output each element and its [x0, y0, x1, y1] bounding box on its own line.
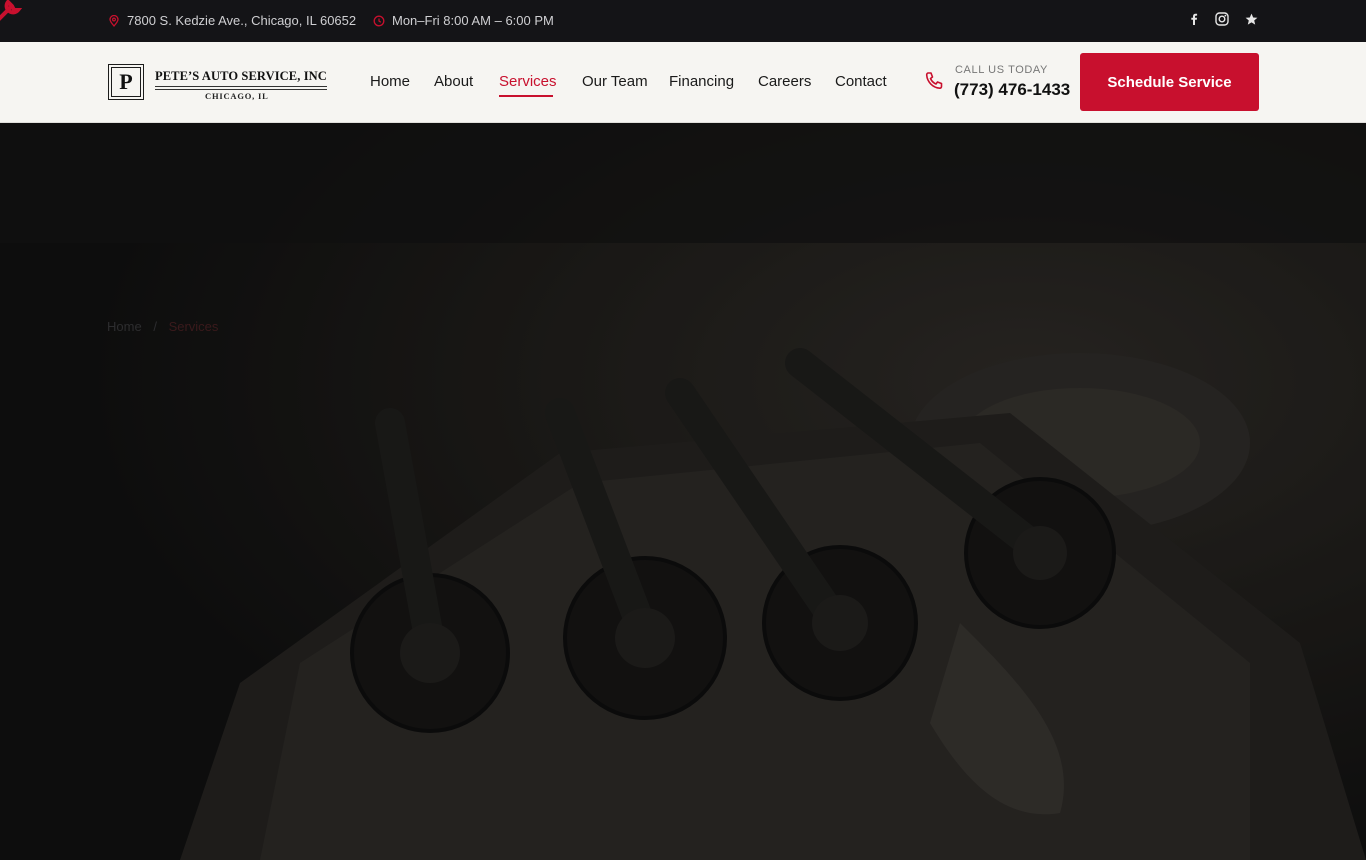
- hours: Mon–Fri 8:00 AM – 6:00 PM: [373, 13, 554, 28]
- logo-city: CHICAGO, IL: [205, 91, 269, 101]
- nav-contact[interactable]: Contact: [835, 73, 887, 90]
- active-nav-underline: [499, 95, 553, 97]
- logo-rule: [155, 86, 327, 90]
- site-logo[interactable]: P PETE’S AUTO SERVICE, INC CHICAGO, IL: [108, 64, 330, 102]
- top-bar: 7800 S. Kedzie Ave., Chicago, IL 60652 M…: [0, 0, 1366, 42]
- breadcrumb-separator: /: [153, 319, 157, 334]
- call-label: CALL US TODAY: [955, 64, 1048, 76]
- nav-financing[interactable]: Financing: [669, 73, 734, 90]
- breadcrumb: Home / Services: [107, 319, 218, 334]
- hero-background-image: [0, 123, 1366, 860]
- nav-careers[interactable]: Careers: [758, 73, 811, 90]
- phone-number-link[interactable]: (773) 476-1433: [954, 80, 1070, 100]
- clock-icon: [373, 15, 385, 26]
- nav-our-team[interactable]: Our Team: [582, 73, 648, 90]
- address-text: 7800 S. Kedzie Ave., Chicago, IL 60652: [127, 13, 357, 28]
- logo-letter: P: [111, 67, 141, 97]
- breadcrumb-home-link[interactable]: Home: [107, 319, 142, 334]
- nav-about[interactable]: About: [434, 73, 473, 90]
- nav-home[interactable]: Home: [370, 73, 410, 90]
- nav-services[interactable]: Services: [499, 73, 557, 90]
- breadcrumb-current: Services: [168, 319, 219, 334]
- map-pin-icon: [109, 14, 119, 27]
- address: 7800 S. Kedzie Ave., Chicago, IL 60652: [108, 13, 356, 28]
- hours-text: Mon–Fri 8:00 AM – 6:00 PM: [392, 13, 554, 28]
- logo-mark: P: [108, 64, 144, 100]
- wrench-icon: [0, 0, 23, 21]
- logo-name: PETE’S AUTO SERVICE, INC: [155, 69, 327, 83]
- instagram-icon[interactable]: [1213, 10, 1231, 28]
- phone-icon: [925, 72, 943, 90]
- star-icon[interactable]: [1242, 10, 1260, 28]
- facebook-icon[interactable]: [1185, 10, 1203, 28]
- hero-banner: Home / Services: [0, 123, 1366, 860]
- site-header: P PETE’S AUTO SERVICE, INC CHICAGO, IL H…: [0, 42, 1366, 123]
- schedule-service-button[interactable]: Schedule Service: [1080, 53, 1259, 111]
